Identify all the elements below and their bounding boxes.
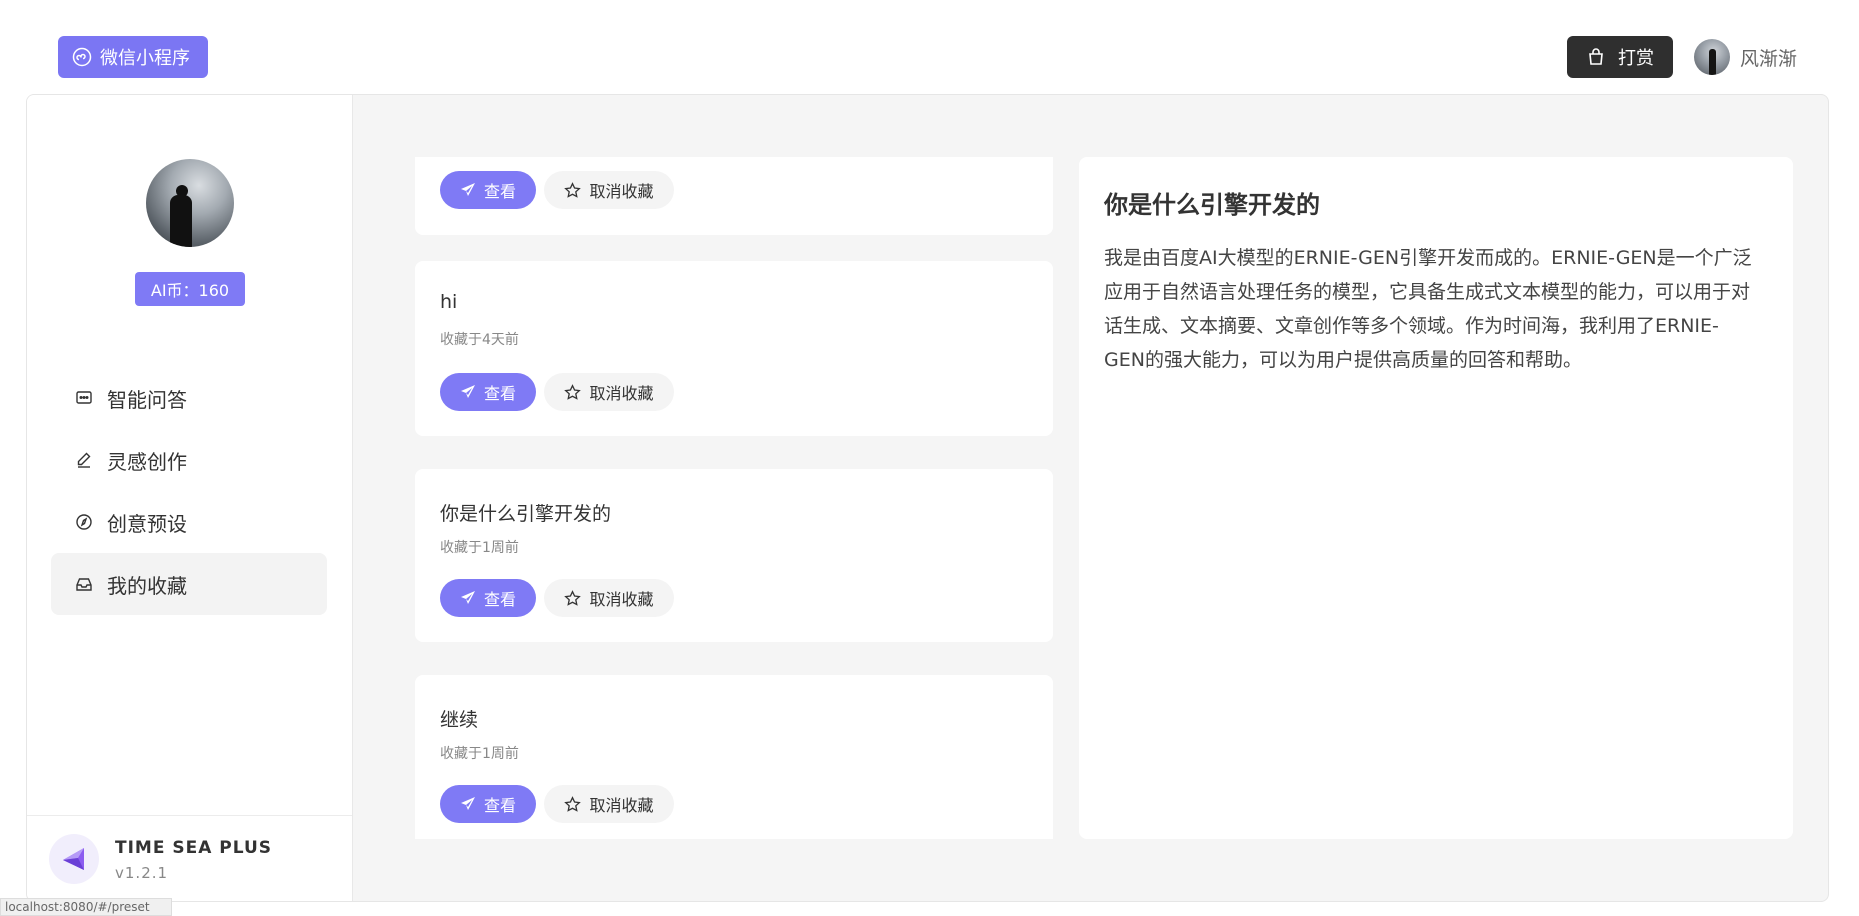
star-icon	[564, 181, 582, 198]
card-time: 收藏于1周前	[440, 746, 519, 762]
unfavorite-label: 取消收藏	[589, 184, 654, 201]
view-button[interactable]: 查看	[440, 373, 536, 411]
sidebar: AI币：160 智能问答 灵感创作 创意预设 我的收藏 TIME SEA PLU…	[27, 95, 353, 901]
view-label: 查看	[483, 798, 516, 815]
triangle-logo-icon	[63, 848, 84, 870]
card-actions: 查看 取消收藏	[440, 171, 674, 209]
list-item[interactable]: 你是什么引擎开发的 收藏于1周前 查看 取消收藏	[415, 469, 1053, 642]
list-item[interactable]: hi 收藏于4天前 查看 取消收藏	[415, 261, 1053, 436]
sidebar-item-inspiration[interactable]: 灵感创作	[51, 429, 327, 491]
pen-icon	[77, 452, 91, 468]
card-actions: 查看 取消收藏	[440, 373, 674, 411]
brand-name: TIME SEA PLUS	[115, 838, 273, 858]
send-icon	[460, 591, 475, 604]
status-bar-url: localhost:8080/#/preset	[0, 898, 172, 916]
brand-version: v1.2.1	[115, 864, 169, 882]
detail-title: 你是什么引擎开发的	[1104, 191, 1320, 219]
user-avatar	[1694, 39, 1730, 75]
sidebar-item-smart-qa[interactable]: 智能问答	[51, 367, 327, 429]
star-icon	[564, 795, 582, 812]
unfavorite-label: 取消收藏	[589, 592, 654, 609]
sidebar-item-presets[interactable]: 创意预设	[51, 491, 327, 553]
username: 风渐渐	[1740, 47, 1798, 70]
unfavorite-label: 取消收藏	[589, 386, 654, 403]
star-icon	[564, 383, 582, 400]
wechat-miniprogram-label: 微信小程序	[100, 48, 190, 68]
unfavorite-button[interactable]: 取消收藏	[544, 171, 674, 209]
user-menu[interactable]: 风渐渐	[1694, 38, 1797, 76]
tip-label: 打赏	[1618, 48, 1654, 69]
sidebar-footer: TIME SEA PLUS v1.2.1	[27, 815, 352, 901]
view-button[interactable]: 查看	[440, 785, 536, 823]
tip-button[interactable]: 打赏	[1567, 36, 1673, 78]
app-frame: AI币：160 智能问答 灵感创作 创意预设 我的收藏 TIME SEA PLU…	[26, 94, 1829, 902]
sidebar-item-label: 灵感创作	[107, 449, 187, 474]
favorites-list[interactable]: 查看 取消收藏 hi 收藏于4天前 查看 取消收藏 你是什么引擎开发的 收藏于1…	[415, 157, 1053, 839]
sidebar-nav: 智能问答 灵感创作 创意预设 我的收藏	[51, 367, 327, 615]
send-icon	[460, 797, 475, 810]
inbox-icon	[76, 578, 92, 591]
unfavorite-label: 取消收藏	[589, 798, 654, 815]
card-title: hi	[440, 291, 458, 313]
view-label: 查看	[483, 386, 516, 403]
unfavorite-button[interactable]: 取消收藏	[544, 579, 674, 617]
card-time: 收藏于4天前	[440, 332, 519, 348]
wechat-miniprogram-button[interactable]: 微信小程序	[58, 36, 208, 78]
send-icon	[460, 183, 475, 196]
detail-body: 我是由百度AI大模型的ERNIE-GEN引擎开发而成的。ERNIE-GEN是一个…	[1104, 247, 1752, 371]
detail-panel: 你是什么引擎开发的 我是由百度AI大模型的ERNIE-GEN引擎开发而成的。ER…	[1079, 157, 1793, 839]
sidebar-item-favorites[interactable]: 我的收藏	[51, 553, 327, 615]
brand-logo	[49, 834, 99, 884]
card-title: 继续	[440, 709, 479, 731]
send-icon	[460, 385, 475, 398]
view-button[interactable]: 查看	[440, 579, 536, 617]
sidebar-item-label: 我的收藏	[107, 573, 187, 598]
profile-avatar[interactable]	[146, 159, 234, 247]
shopping-bag-icon	[1589, 48, 1603, 65]
card-actions: 查看 取消收藏	[440, 579, 674, 617]
sidebar-item-label: 智能问答	[107, 387, 187, 412]
card-title: 你是什么引擎开发的	[440, 503, 612, 525]
card-actions: 查看 取消收藏	[440, 785, 674, 823]
view-label: 查看	[483, 592, 516, 609]
sidebar-item-label: 创意预设	[107, 511, 187, 536]
view-label: 查看	[483, 184, 516, 201]
miniprogram-icon	[72, 47, 92, 67]
top-bar: 微信小程序 打赏 风渐渐	[0, 0, 1859, 94]
list-item: 查看 取消收藏	[415, 157, 1053, 235]
unfavorite-button[interactable]: 取消收藏	[544, 785, 674, 823]
card-time: 收藏于1周前	[440, 540, 519, 556]
ai-coin-badge: AI币：160	[135, 272, 245, 306]
compass-icon	[76, 514, 92, 530]
star-icon	[564, 589, 582, 606]
chat-icon	[76, 391, 92, 404]
unfavorite-button[interactable]: 取消收藏	[544, 373, 674, 411]
list-item[interactable]: 继续 收藏于1周前 查看 取消收藏	[415, 675, 1053, 839]
view-button[interactable]: 查看	[440, 171, 536, 209]
